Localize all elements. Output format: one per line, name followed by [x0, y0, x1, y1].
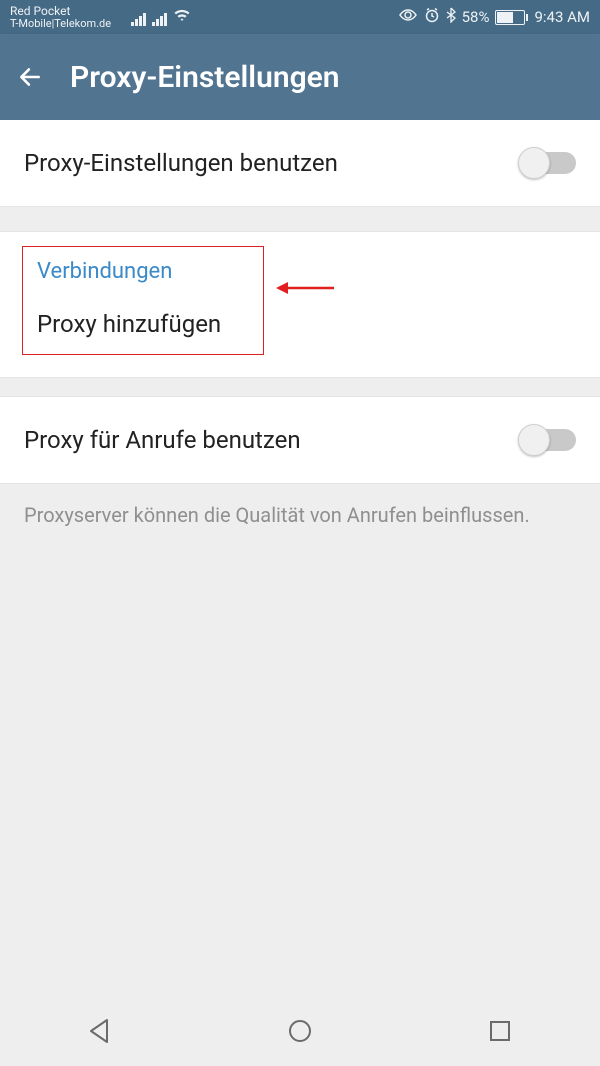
use-proxy-calls-toggle[interactable]	[520, 429, 576, 451]
bluetooth-icon	[446, 7, 456, 27]
nav-home-button[interactable]	[285, 1016, 315, 1046]
signal-1-icon	[131, 13, 146, 26]
carrier-2: T-Mobile|Telekom.de	[10, 18, 111, 30]
add-proxy-item[interactable]: Proxy hinzufügen	[37, 310, 249, 338]
nav-recent-button[interactable]	[485, 1016, 515, 1046]
highlight-box: Verbindungen Proxy hinzufügen	[22, 246, 264, 355]
connections-header: Verbindungen	[37, 259, 249, 284]
use-proxy-label: Proxy-Einstellungen benutzen	[24, 149, 338, 177]
page-title: Proxy-Einstellungen	[70, 60, 340, 95]
status-bar: Red Pocket T-Mobile|Telekom.de	[0, 0, 600, 34]
system-nav-bar	[0, 996, 600, 1066]
section-divider	[0, 206, 600, 232]
carrier-1: Red Pocket	[10, 5, 111, 18]
section-divider	[0, 377, 600, 397]
content-area: Proxy-Einstellungen benutzen Verbindunge…	[0, 120, 600, 996]
nav-back-button[interactable]	[85, 1016, 115, 1046]
battery-percent: 58%	[462, 8, 490, 26]
use-proxy-row[interactable]: Proxy-Einstellungen benutzen	[0, 120, 600, 206]
clock-time: 9:43 AM	[534, 8, 590, 26]
use-proxy-calls-row[interactable]: Proxy für Anrufe benutzen	[0, 397, 600, 483]
signal-icons	[131, 8, 191, 26]
alarm-icon	[424, 7, 440, 27]
back-button[interactable]	[16, 63, 44, 91]
proxy-note: Proxyserver können die Qualität von Anru…	[0, 484, 600, 547]
signal-2-icon	[152, 13, 167, 26]
carrier-labels: Red Pocket T-Mobile|Telekom.de	[10, 5, 111, 29]
app-bar: Proxy-Einstellungen	[0, 34, 600, 120]
battery-icon	[495, 10, 528, 25]
wifi-icon	[173, 8, 191, 26]
annotation-arrow-icon	[276, 278, 336, 298]
connections-section: Verbindungen Proxy hinzufügen	[0, 232, 600, 377]
eye-icon	[398, 8, 418, 26]
use-proxy-toggle[interactable]	[520, 152, 576, 174]
use-proxy-calls-label: Proxy für Anrufe benutzen	[24, 426, 301, 454]
